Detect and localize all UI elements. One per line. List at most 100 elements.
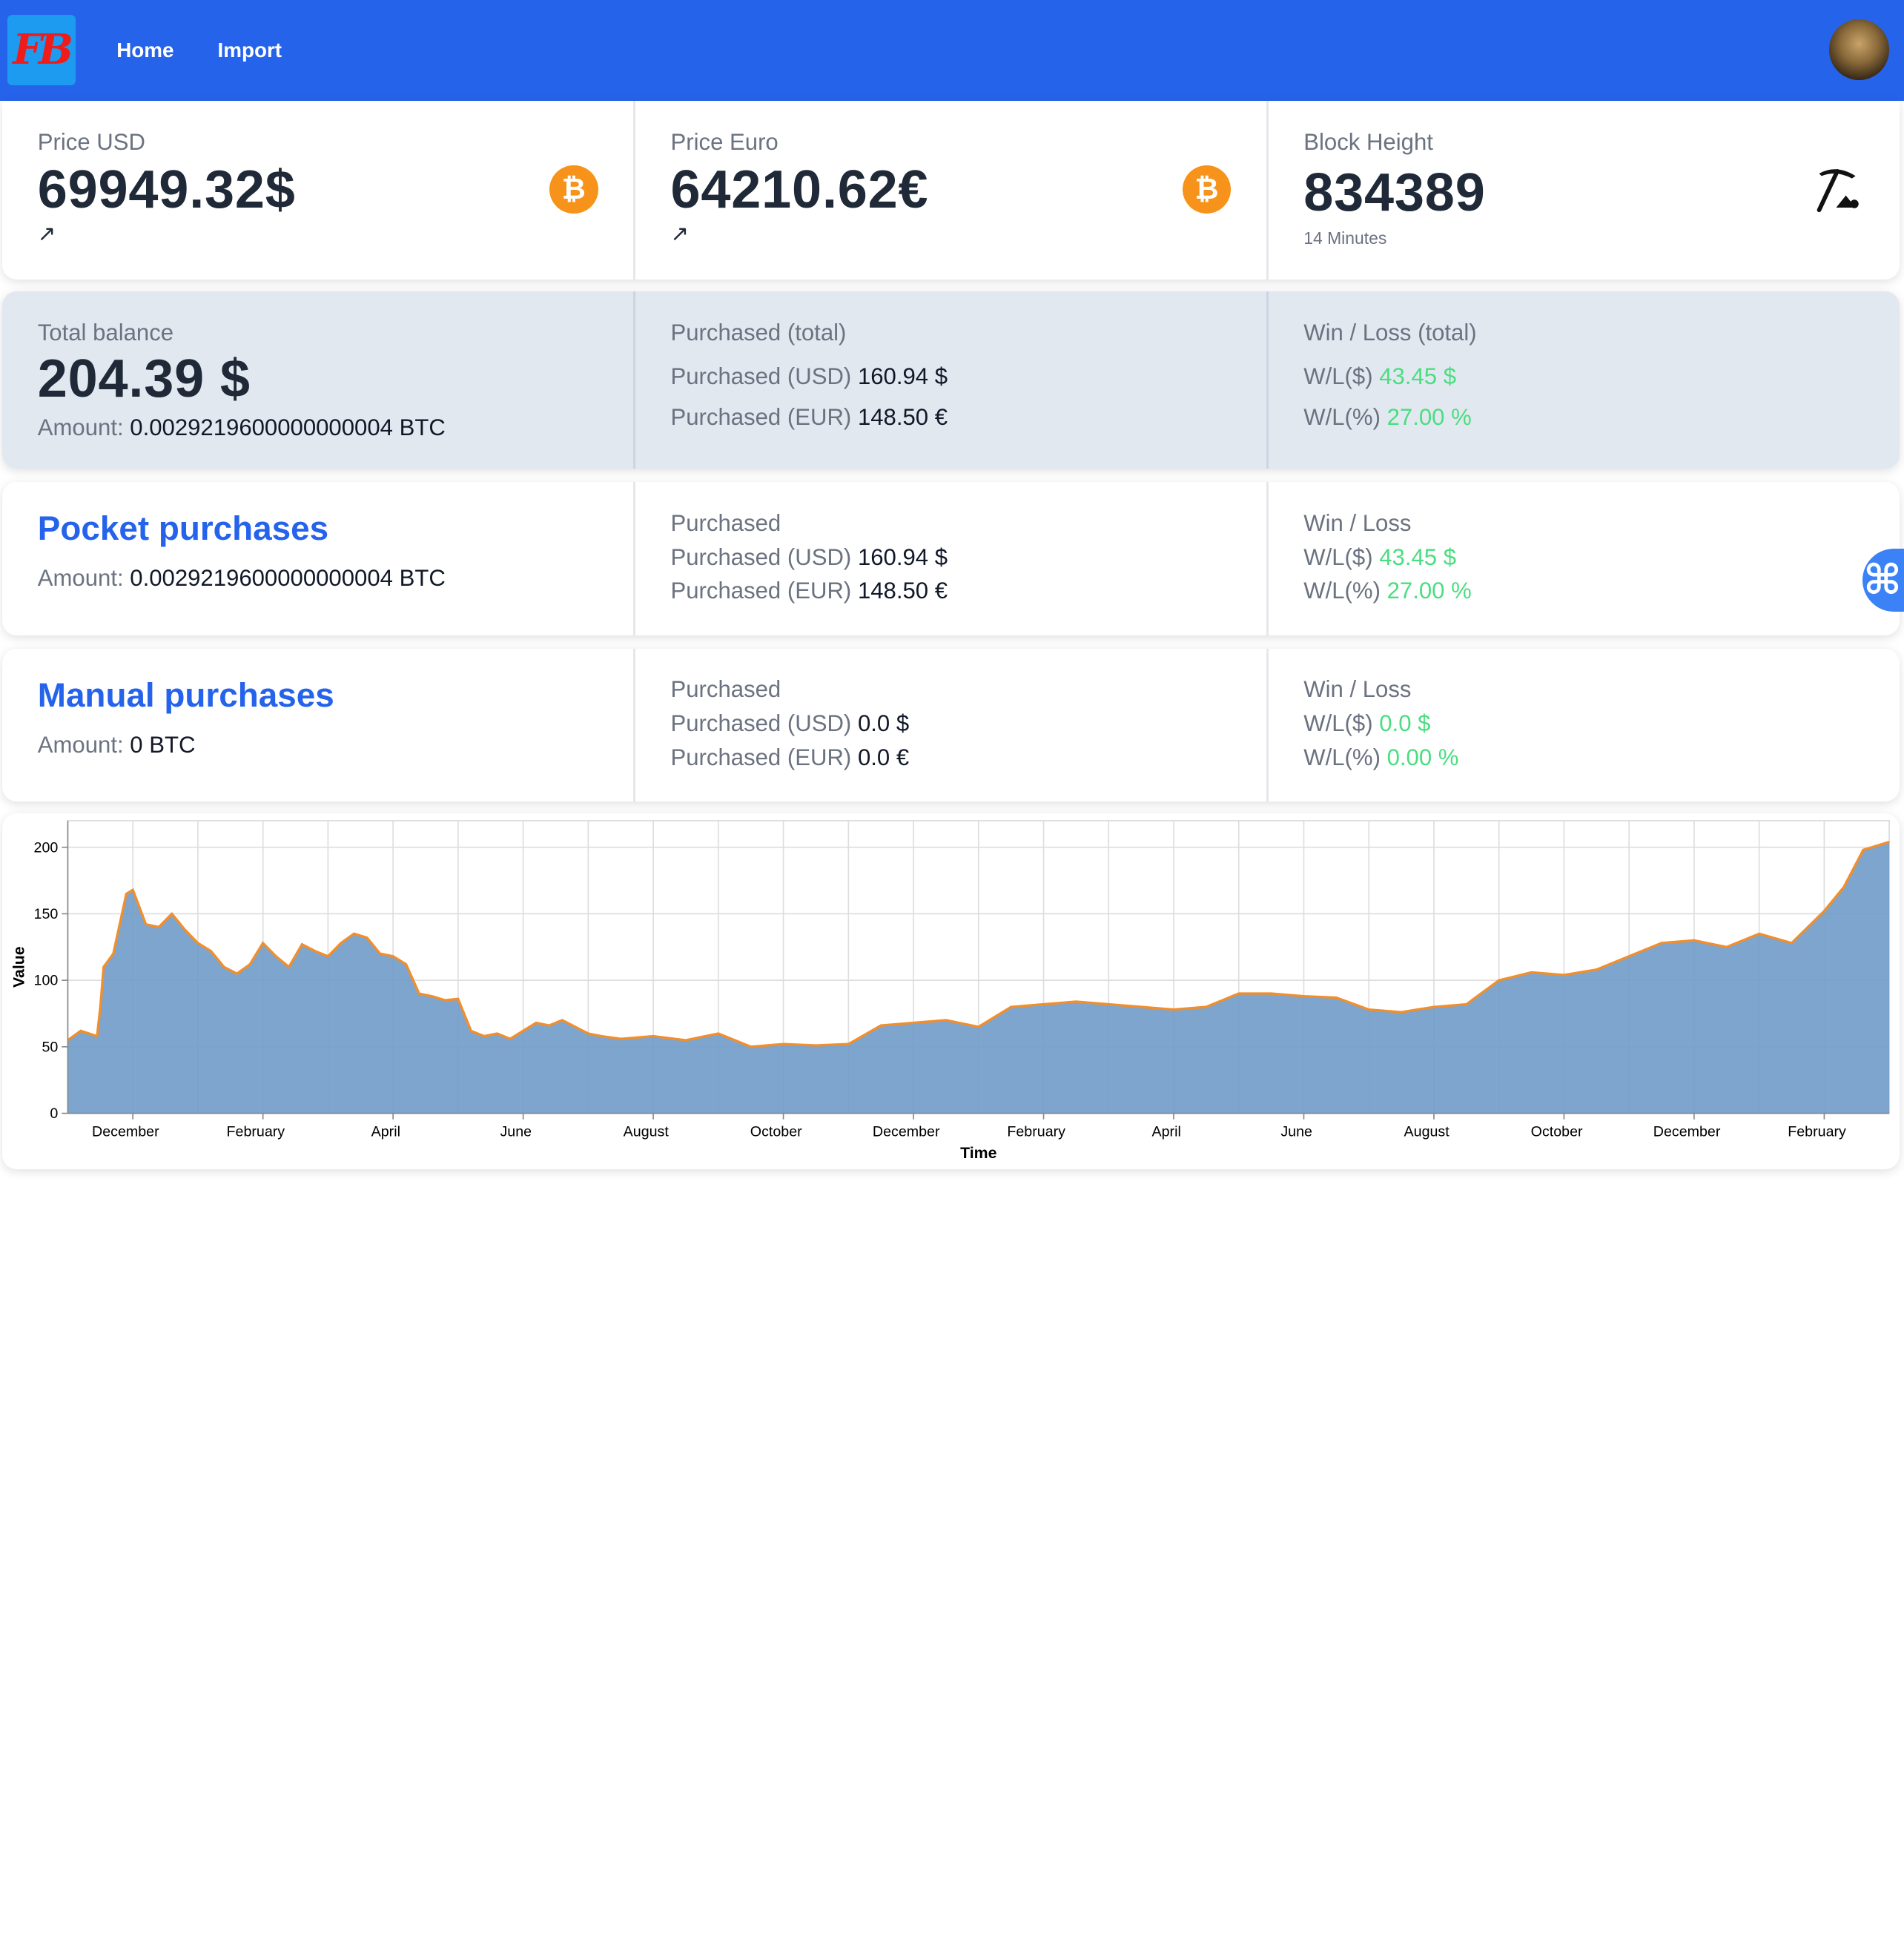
price-usd-stat: Price USD 69949.32$ ↗ ₿ bbox=[2, 100, 636, 280]
pocket-win-loss-stat: Win / Loss W/L($) 43.45 $ W/L(%) 27.00 % bbox=[1269, 482, 1900, 635]
dashboard-page: FB Home Import Price USD 69949.32$ ↗ ₿ P… bbox=[0, 0, 1904, 1190]
balance-chart-card: 0 50 100 150 200 December February April June Aug… bbox=[2, 813, 1900, 1170]
purchased-total-stat: Purchased (total) Purchased (USD) 160.94… bbox=[635, 291, 1269, 469]
amount-label: Amount: bbox=[37, 414, 124, 440]
app-logo[interactable]: FB bbox=[7, 15, 76, 86]
balance-area-chart[interactable]: 0 50 100 150 200 December February April June Aug… bbox=[2, 813, 1899, 1169]
x-axis-title: Time bbox=[960, 1144, 996, 1162]
stat-title: Price Euro bbox=[670, 128, 779, 155]
wl-pct-label: W/L(%) bbox=[1303, 578, 1381, 604]
x-tick-label: August bbox=[1404, 1124, 1450, 1140]
wl-pct-line: W/L(%) 0.00 % bbox=[1303, 744, 1864, 771]
stat-title: Win / Loss bbox=[1303, 676, 1412, 703]
x-tick-label: December bbox=[873, 1124, 940, 1140]
section-title[interactable]: Pocket purchases bbox=[38, 509, 598, 548]
stat-title: Win / Loss bbox=[1303, 509, 1412, 536]
stat-title: Purchased bbox=[670, 676, 781, 703]
manual-win-loss-stat: Win / Loss W/L($) 0.0 $ W/L(%) 0.00 % bbox=[1269, 649, 1900, 802]
purchased-eur-label: Purchased (EUR) bbox=[670, 744, 852, 770]
win-loss-total-stat: Win / Loss (total) W/L($) 43.45 $ W/L(%)… bbox=[1269, 291, 1900, 469]
wl-usd-line: W/L($) 43.45 $ bbox=[1303, 544, 1864, 571]
stat-title: Win / Loss (total) bbox=[1303, 319, 1477, 346]
command-menu-button[interactable]: ⌘ bbox=[1862, 549, 1904, 612]
purchased-usd-value: 0.0 $ bbox=[857, 710, 910, 737]
purchased-eur-value: 0.0 € bbox=[857, 744, 910, 770]
wl-usd-line: W/L($) 43.45 $ bbox=[1303, 363, 1864, 390]
x-tick-label: April bbox=[1152, 1124, 1181, 1140]
y-tick-label: 0 bbox=[50, 1105, 59, 1122]
nav-home-link[interactable]: Home bbox=[116, 39, 173, 62]
amount-label: Amount: bbox=[37, 731, 124, 758]
price-euro-stat: Price Euro 64210.62€ ↗ ₿ bbox=[635, 100, 1269, 280]
stat-value: 64210.62€ bbox=[670, 160, 929, 220]
section-title[interactable]: Manual purchases bbox=[38, 675, 598, 715]
x-tick-label: October bbox=[1531, 1124, 1583, 1140]
purchased-eur-value: 148.50 € bbox=[857, 578, 948, 604]
manual-purchased-stat: Purchased Purchased (USD) 0.0 $ Purchase… bbox=[635, 648, 1269, 802]
wl-pct-value: 27.00 % bbox=[1386, 578, 1472, 604]
command-icon: ⌘ bbox=[1863, 557, 1902, 604]
x-tick-label: June bbox=[1281, 1124, 1313, 1140]
user-avatar[interactable] bbox=[1828, 19, 1890, 81]
wl-pct-line: W/L(%) 27.00 % bbox=[1303, 404, 1864, 431]
stat-title: Total balance bbox=[37, 319, 174, 346]
stat-title: Purchased bbox=[670, 509, 781, 536]
wl-usd-line: W/L($) 0.0 $ bbox=[1303, 710, 1864, 737]
x-tick-label: October bbox=[750, 1124, 802, 1140]
purchased-eur-value: 148.50 € bbox=[857, 404, 948, 431]
x-tick-label: April bbox=[371, 1124, 400, 1140]
x-tick-label: August bbox=[624, 1124, 670, 1140]
nav-import-link[interactable]: Import bbox=[217, 39, 282, 62]
amount-value: 0 BTC bbox=[130, 731, 196, 758]
wl-usd-value: 43.45 $ bbox=[1379, 363, 1457, 389]
y-tick-label: 150 bbox=[34, 906, 59, 922]
total-balance-stat: Total balance 204.39 $ Amount: 0.0029219… bbox=[2, 291, 636, 469]
stat-value: 834389 bbox=[1303, 162, 1486, 222]
wl-pct-label: W/L(%) bbox=[1303, 404, 1381, 431]
purchased-usd-line: Purchased (USD) 0.0 $ bbox=[671, 710, 1232, 737]
purchased-usd-value: 160.94 $ bbox=[857, 363, 948, 389]
amount-line: Amount: 0.0029219600000000004 BTC bbox=[38, 565, 598, 592]
total-balance-row: Total balance 204.39 $ Amount: 0.0029219… bbox=[2, 291, 1900, 469]
bitcoin-icon: ₿ bbox=[549, 165, 598, 214]
pocket-purchases-summary: Pocket purchases Amount: 0.0029219600000… bbox=[2, 482, 636, 635]
wl-pct-value: 0.00 % bbox=[1386, 744, 1459, 770]
pocket-purchased-stat: Purchased Purchased (USD) 160.94 $ Purch… bbox=[635, 482, 1269, 635]
y-tick-label: 200 bbox=[34, 840, 59, 856]
stat-value: 69949.32$ bbox=[37, 160, 296, 220]
x-tick-label: December bbox=[92, 1124, 159, 1140]
purchased-usd-line: Purchased (USD) 160.94 $ bbox=[671, 544, 1232, 571]
purchased-eur-label: Purchased (EUR) bbox=[670, 404, 852, 431]
stat-title: Purchased (total) bbox=[670, 319, 847, 346]
purchased-eur-line: Purchased (EUR) 148.50 € bbox=[671, 578, 1232, 604]
purchased-eur-line: Purchased (EUR) 0.0 € bbox=[671, 744, 1232, 771]
stat-title: Block Height bbox=[1303, 128, 1433, 155]
wl-usd-label: W/L($) bbox=[1303, 710, 1373, 737]
pocket-purchases-row: Pocket purchases Amount: 0.0029219600000… bbox=[2, 482, 1900, 635]
trend-up-icon: ↗ bbox=[37, 222, 56, 247]
y-tick-label: 50 bbox=[42, 1040, 59, 1056]
wl-pct-label: W/L(%) bbox=[1303, 744, 1381, 770]
trend-up-icon: ↗ bbox=[670, 222, 690, 247]
purchased-eur-label: Purchased (EUR) bbox=[670, 578, 852, 604]
bitcoin-icon: ₿ bbox=[1182, 165, 1232, 214]
wl-usd-label: W/L($) bbox=[1303, 543, 1373, 570]
top-navbar: FB Home Import bbox=[0, 0, 1904, 101]
price-stats-row: Price USD 69949.32$ ↗ ₿ Price Euro 64210… bbox=[2, 100, 1900, 280]
stat-description: 14 Minutes bbox=[1303, 228, 1387, 248]
wl-usd-value: 43.45 $ bbox=[1379, 543, 1457, 570]
amount-value: 0.0029219600000000004 BTC bbox=[130, 565, 446, 592]
wl-usd-value: 0.0 $ bbox=[1379, 710, 1431, 737]
amount-label: Amount: bbox=[37, 565, 124, 592]
x-tick-label: June bbox=[500, 1124, 532, 1140]
y-tick-label: 100 bbox=[34, 973, 59, 989]
wl-pct-value: 27.00 % bbox=[1386, 404, 1472, 431]
wl-usd-label: W/L($) bbox=[1303, 363, 1373, 389]
block-height-stat: Block Height 834389 14 Minutes bbox=[1269, 101, 1900, 280]
x-tick-label: December bbox=[1653, 1124, 1721, 1140]
y-axis-title: Value bbox=[10, 947, 28, 988]
wl-pct-line: W/L(%) 27.00 % bbox=[1303, 578, 1864, 604]
amount-line: Amount: 0 BTC bbox=[38, 732, 598, 758]
x-tick-label: February bbox=[227, 1124, 285, 1140]
total-balance-value: 204.39 $ bbox=[37, 348, 251, 409]
